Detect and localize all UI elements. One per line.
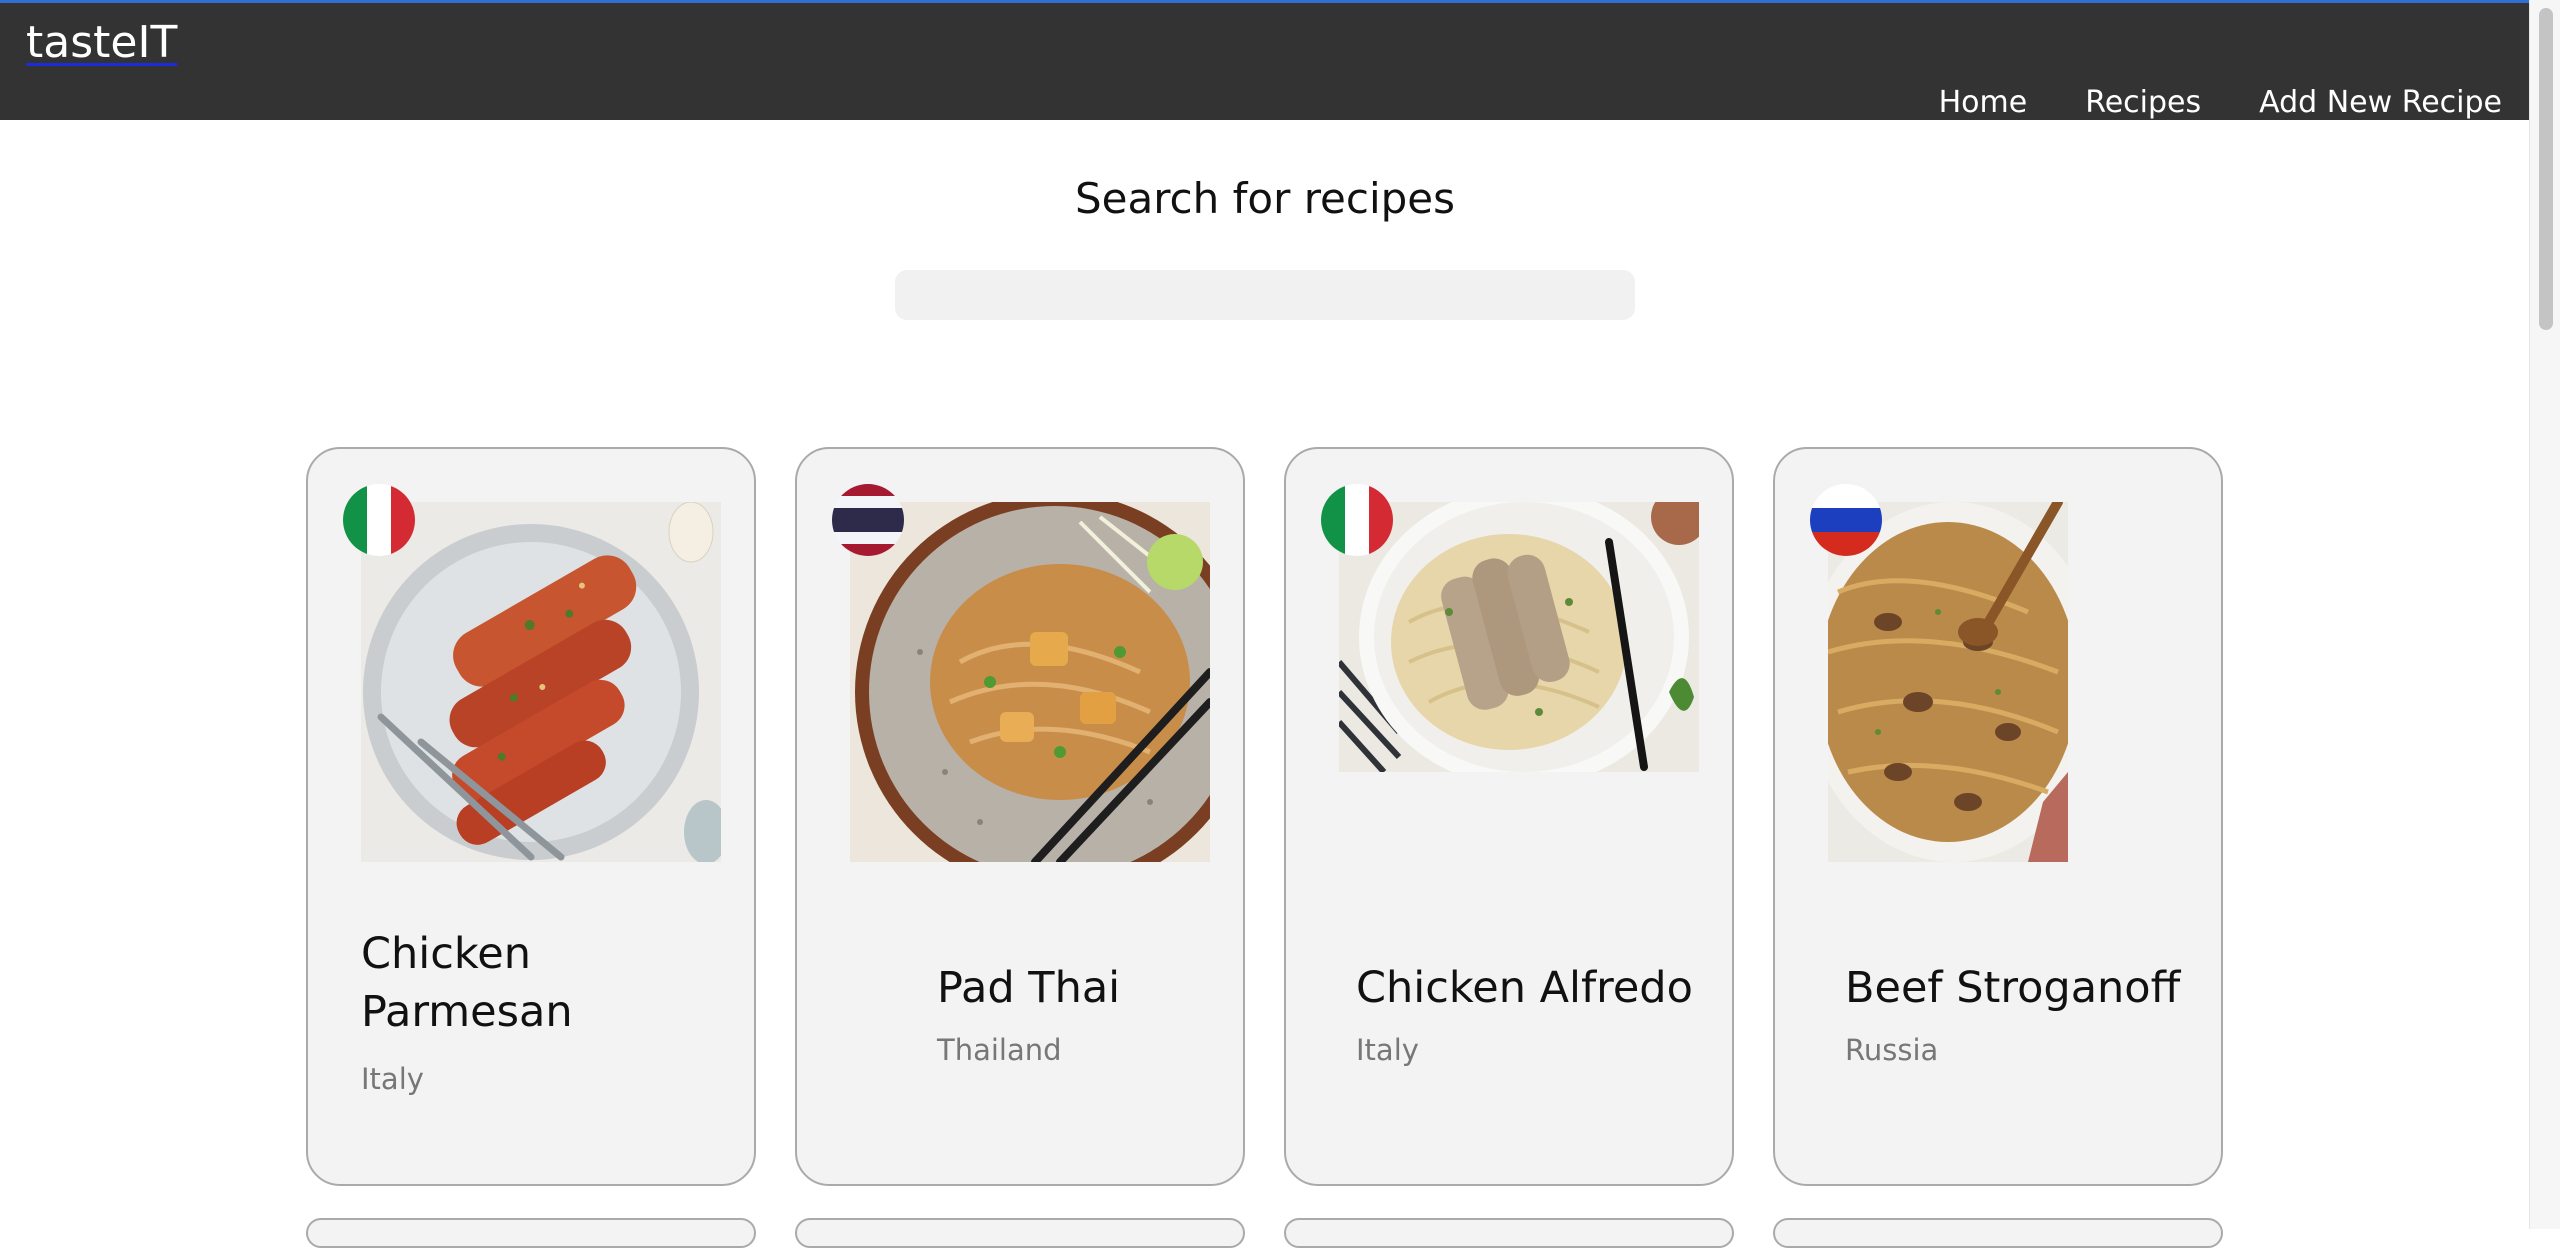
thailand-flag-icon (832, 484, 904, 556)
search-input[interactable] (895, 270, 1635, 320)
chicken-alfredo-image (1339, 502, 1699, 772)
recipe-country: Thailand (937, 1033, 1062, 1067)
italy-flag-icon (343, 484, 415, 556)
recipe-title: Pad Thai (937, 963, 1121, 1013)
recipe-title: Chicken Parmesan (361, 929, 573, 1037)
recipe-card-chicken-alfredo[interactable]: Chicken Alfredo Italy (1284, 447, 1734, 1186)
recipe-title: Chicken Alfredo (1356, 963, 1693, 1013)
nav-add-recipe-link[interactable]: Add New Recipe (2259, 85, 2502, 120)
recipe-country: Italy (361, 1062, 424, 1096)
brand-logo-link[interactable]: tasteIT (26, 17, 177, 68)
recipe-card-chicken-parmesan[interactable]: Chicken Parmesan Italy (306, 447, 756, 1186)
scrollbar-thumb[interactable] (2539, 8, 2553, 330)
beef-stroganoff-image (1828, 502, 2068, 862)
recipe-card-pad-thai[interactable]: Pad Thai Thailand (795, 447, 1245, 1186)
nav-links: Home Recipes Add New Recipe (1939, 85, 2502, 120)
pad-thai-image (850, 502, 1210, 862)
recipe-country: Italy (1356, 1033, 1419, 1067)
search-title: Search for recipes (1074, 174, 1456, 223)
chicken-parmesan-image (361, 502, 721, 862)
recipe-card-partial[interactable] (306, 1218, 756, 1248)
recipe-card-partial[interactable] (1284, 1218, 1734, 1248)
navbar: tasteIT Home Recipes Add New Recipe (0, 3, 2530, 120)
russia-flag-icon (1810, 484, 1882, 556)
recipe-card-partial[interactable] (1773, 1218, 2223, 1248)
recipe-country: Russia (1845, 1033, 1939, 1067)
vertical-scrollbar[interactable] (2529, 0, 2560, 1229)
italy-flag-icon (1321, 484, 1393, 556)
recipe-card-partial[interactable] (795, 1218, 1245, 1248)
nav-recipes-link[interactable]: Recipes (2085, 85, 2201, 120)
recipe-card-beef-stroganoff[interactable]: Beef Stroganoff Russia (1773, 447, 2223, 1186)
nav-home-link[interactable]: Home (1939, 85, 2028, 120)
recipe-title: Beef Stroganoff (1845, 963, 2181, 1013)
